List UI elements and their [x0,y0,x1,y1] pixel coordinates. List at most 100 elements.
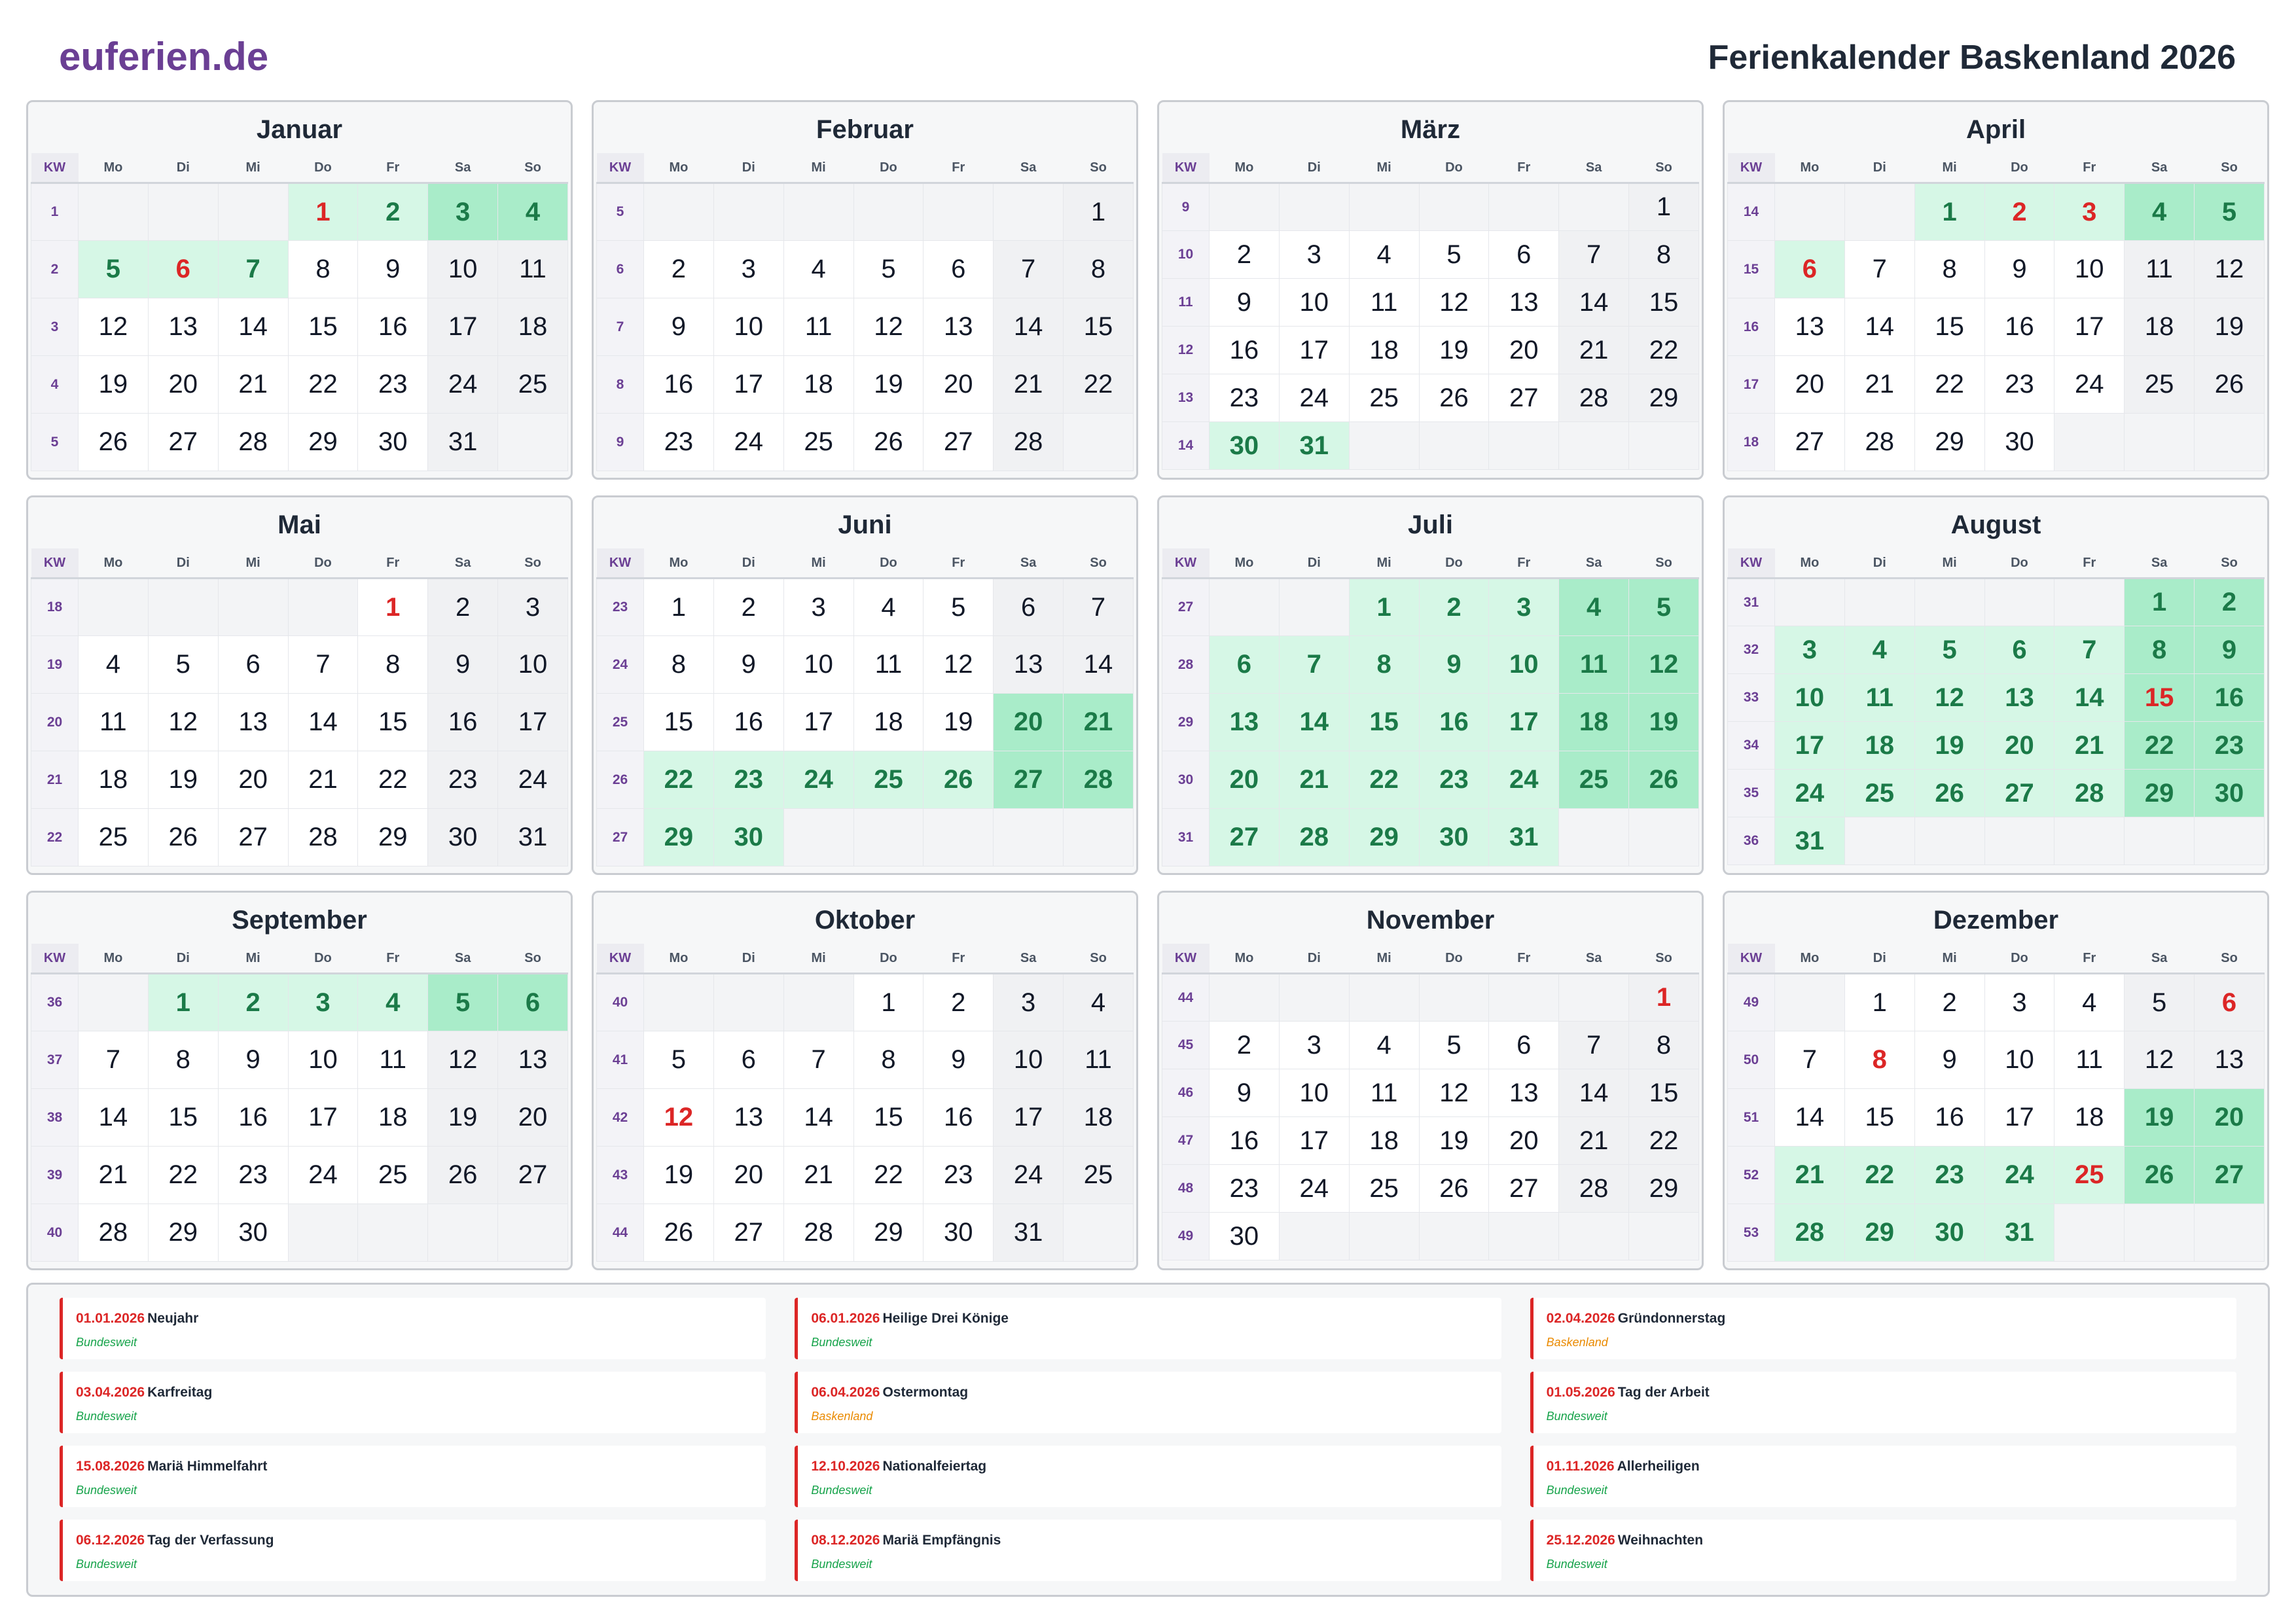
day-cell[interactable]: 12 [2194,240,2265,298]
day-cell[interactable]: 11 [78,693,149,751]
day-cell[interactable]: 23 [357,355,429,414]
day-cell[interactable]: 26 [2194,355,2265,414]
day-cell[interactable]: 21 [1558,1116,1630,1165]
day-cell[interactable]: 8 [357,635,429,694]
day-cell[interactable]: 7 [287,635,359,694]
day-cell[interactable]: 12 [427,1031,499,1089]
day-cell[interactable]: 7 [993,240,1064,298]
day-cell[interactable]: 2 [427,578,499,636]
day-cell[interactable]: 6 [1488,230,1560,279]
day-cell[interactable]: 14 [1558,1069,1630,1117]
day-cell[interactable]: 26 [1628,751,1699,809]
day-cell[interactable]: 4 [1063,973,1134,1031]
day-cell[interactable]: 8 [1348,635,1420,694]
day-cell[interactable]: 1 [853,973,924,1031]
day-cell[interactable]: 11 [497,240,568,298]
day-cell[interactable]: 15 [643,693,714,751]
day-cell[interactable]: 24 [1278,1164,1350,1213]
day-cell[interactable]: 28 [1063,751,1134,809]
day-cell[interactable]: 5 [427,973,499,1031]
day-cell[interactable]: 16 [713,693,784,751]
day-cell[interactable]: 31 [993,1204,1064,1262]
day-cell[interactable]: 26 [923,751,994,809]
day-cell[interactable]: 30 [217,1204,289,1262]
day-cell[interactable]: 21 [1278,751,1350,809]
day-cell[interactable]: 22 [1628,1116,1699,1165]
day-cell[interactable]: 23 [923,1146,994,1204]
day-cell[interactable]: 27 [1488,374,1560,422]
day-cell[interactable]: 15 [1914,298,1985,356]
day-cell[interactable]: 29 [853,1204,924,1262]
day-cell[interactable]: 21 [287,751,359,809]
day-cell[interactable]: 18 [783,355,854,414]
day-cell[interactable]: 9 [357,240,429,298]
day-cell[interactable]: 13 [1209,693,1280,751]
day-cell[interactable]: 13 [497,1031,568,1089]
day-cell[interactable]: 8 [643,635,714,694]
day-cell[interactable]: 21 [1774,1146,1845,1204]
day-cell[interactable]: 24 [2054,355,2125,414]
day-cell[interactable]: 18 [357,1088,429,1147]
day-cell[interactable]: 8 [147,1031,219,1089]
day-cell[interactable]: 12 [2124,1031,2195,1089]
day-cell[interactable]: 7 [1844,240,1915,298]
day-cell[interactable]: 7 [1558,1021,1630,1069]
day-cell[interactable]: 26 [78,413,149,471]
day-cell[interactable]: 22 [1628,326,1699,374]
day-cell[interactable]: 19 [427,1088,499,1147]
day-cell[interactable]: 16 [217,1088,289,1147]
day-cell[interactable]: 3 [783,578,854,636]
day-cell[interactable]: 10 [1278,1069,1350,1117]
day-cell[interactable]: 27 [147,413,219,471]
day-cell[interactable]: 29 [1348,808,1420,866]
day-cell[interactable]: 28 [1278,808,1350,866]
day-cell[interactable]: 3 [1984,973,2055,1031]
day-cell[interactable]: 3 [713,240,784,298]
day-cell[interactable]: 25 [357,1146,429,1204]
day-cell[interactable]: 4 [1348,230,1420,279]
day-cell[interactable]: 3 [497,578,568,636]
day-cell[interactable]: 31 [497,808,568,866]
day-cell[interactable]: 26 [1418,374,1490,422]
day-cell[interactable]: 19 [1418,1116,1490,1165]
day-cell[interactable]: 4 [1558,578,1630,636]
day-cell[interactable]: 28 [287,808,359,866]
day-cell[interactable]: 17 [287,1088,359,1147]
day-cell[interactable]: 1 [287,183,359,241]
day-cell[interactable]: 16 [1914,1088,1985,1147]
day-cell[interactable]: 19 [1914,721,1985,770]
day-cell[interactable]: 10 [1984,1031,2055,1089]
day-cell[interactable]: 27 [1209,808,1280,866]
day-cell[interactable]: 8 [2124,626,2195,674]
day-cell[interactable]: 23 [1418,751,1490,809]
day-cell[interactable]: 15 [1063,298,1134,356]
day-cell[interactable]: 6 [713,1031,784,1089]
day-cell[interactable]: 29 [1628,1164,1699,1213]
day-cell[interactable]: 20 [923,355,994,414]
day-cell[interactable]: 5 [2124,973,2195,1031]
day-cell[interactable]: 16 [1984,298,2055,356]
day-cell[interactable]: 9 [1914,1031,1985,1089]
day-cell[interactable]: 24 [713,413,784,471]
day-cell[interactable]: 2 [1209,1021,1280,1069]
day-cell[interactable]: 23 [643,413,714,471]
day-cell[interactable]: 11 [853,635,924,694]
day-cell[interactable]: 26 [427,1146,499,1204]
day-cell[interactable]: 24 [1278,374,1350,422]
day-cell[interactable]: 16 [643,355,714,414]
day-cell[interactable]: 11 [2054,1031,2125,1089]
day-cell[interactable]: 28 [217,413,289,471]
day-cell[interactable]: 21 [217,355,289,414]
day-cell[interactable]: 20 [1774,355,1845,414]
day-cell[interactable]: 28 [2054,769,2125,817]
day-cell[interactable]: 7 [1558,230,1630,279]
day-cell[interactable]: 11 [1558,635,1630,694]
day-cell[interactable]: 24 [427,355,499,414]
day-cell[interactable]: 14 [783,1088,854,1147]
day-cell[interactable]: 12 [923,635,994,694]
day-cell[interactable]: 19 [2194,298,2265,356]
day-cell[interactable]: 27 [1984,769,2055,817]
day-cell[interactable]: 13 [713,1088,784,1147]
day-cell[interactable]: 1 [643,578,714,636]
day-cell[interactable]: 10 [2054,240,2125,298]
